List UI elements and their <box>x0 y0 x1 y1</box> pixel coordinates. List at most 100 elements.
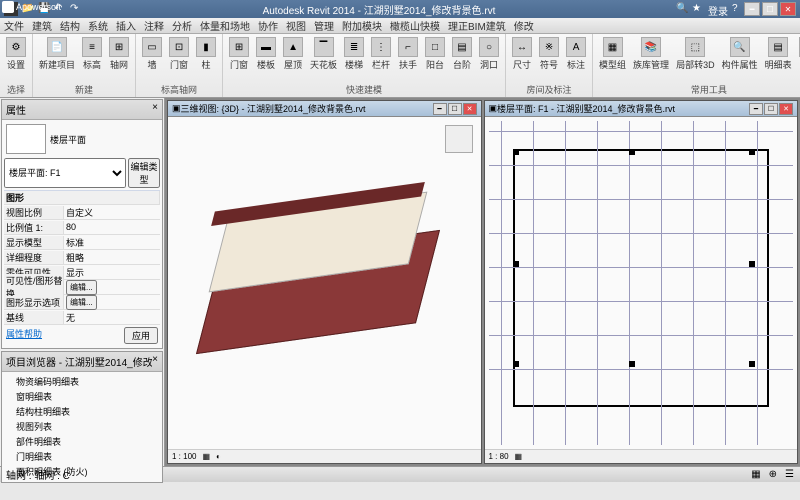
browser-item[interactable]: 窗明细表 <box>4 389 160 404</box>
browser-item[interactable]: 门明细表 <box>4 449 160 464</box>
menu-item[interactable]: 插入 <box>116 18 136 33</box>
menu-item[interactable]: 橄榄山快模 <box>390 18 440 33</box>
ribbon-tool-设置[interactable]: ⚙设置 <box>4 36 28 72</box>
ribbon-tool-阳台[interactable]: □阳台 <box>423 36 447 72</box>
ribbon-tool-门窗[interactable]: ⊡门窗 <box>167 36 191 72</box>
viewport-3d-close[interactable]: ✕ <box>463 103 477 115</box>
window-controls: ━ ☐ ✕ <box>744 2 796 16</box>
vp3d-tool-icon[interactable]: ◐ <box>216 452 221 461</box>
apply-button[interactable]: 应用 <box>124 327 158 344</box>
ribbon-tool-新建项目[interactable]: 📄新建项目 <box>37 36 77 72</box>
ribbon-tool-扶手[interactable]: ⌐扶手 <box>396 36 420 72</box>
viewcube[interactable] <box>445 125 473 153</box>
ribbon-tool-标高[interactable]: ≡标高 <box>80 36 104 72</box>
ribbon-tool-门窗[interactable]: ⊞门窗 <box>227 36 251 72</box>
edit-type-button[interactable]: 编辑类型 <box>128 158 160 188</box>
viewport-3d-max[interactable]: ☐ <box>448 103 462 115</box>
ribbon-tool-台阶[interactable]: ▤台阶 <box>450 36 474 72</box>
ribbon-tool-轴网[interactable]: ⊞轴网 <box>107 36 131 72</box>
menu-item[interactable]: 协作 <box>258 18 278 33</box>
ribbon-tool-洞口[interactable]: ○洞口 <box>477 36 501 72</box>
menu-item[interactable]: 分析 <box>172 18 192 33</box>
tool-label: 轴网 <box>110 58 128 71</box>
gridline <box>489 233 794 234</box>
menu-item[interactable]: 修改 <box>514 18 534 33</box>
login-button[interactable]: 登录 <box>708 3 728 15</box>
ribbon-tool-导出[interactable]: ⇱导出 <box>797 36 800 72</box>
viewport-3d-scale[interactable]: 1 : 100 <box>172 452 196 461</box>
type-name: 楼层平面 <box>50 133 86 146</box>
ribbon-tool-族库管理[interactable]: 📚族库管理 <box>631 36 671 72</box>
tool-icon: ▲ <box>283 37 303 57</box>
ribbon-tool-构件属性[interactable]: 🔍构件属性 <box>720 36 760 72</box>
viewport-plan-close[interactable]: ✕ <box>779 103 793 115</box>
menu-item[interactable]: 附加模块 <box>342 18 382 33</box>
viewport-3d-min[interactable]: ━ <box>433 103 447 115</box>
ribbon-tool-标注[interactable]: A标注 <box>564 36 588 72</box>
viewport-3d-canvas[interactable] <box>168 117 481 449</box>
viewport-plan-min[interactable]: ━ <box>749 103 763 115</box>
property-value[interactable]: 编辑... <box>64 280 160 295</box>
tool-icon: ⬚ <box>685 37 705 57</box>
property-edit-button[interactable]: 编辑... <box>66 295 97 310</box>
star-icon[interactable]: ★ <box>692 3 704 15</box>
browser-item[interactable]: 部件明细表 <box>4 434 160 449</box>
qat-redo-icon[interactable]: ↷ <box>70 3 82 15</box>
ribbon-tool-明细表[interactable]: ▤明细表 <box>763 36 794 72</box>
vpplan-tool-icon[interactable]: ▦ <box>515 452 523 461</box>
property-value[interactable]: 显示 <box>64 266 160 279</box>
close-button[interactable]: ✕ <box>780 2 796 16</box>
ribbon-tool-楼梯[interactable]: ≣楼梯 <box>342 36 366 72</box>
viewport-plan-canvas[interactable] <box>485 117 798 449</box>
property-value[interactable]: 编辑... <box>64 295 160 310</box>
browser-close-icon[interactable]: × <box>152 354 158 369</box>
menu-item[interactable]: 管理 <box>314 18 334 33</box>
viewport-plan-max[interactable]: ☐ <box>764 103 778 115</box>
ribbon-tool-楼板[interactable]: ▬楼板 <box>254 36 278 72</box>
property-value[interactable]: 80 <box>64 222 160 232</box>
ribbon-tool-局部转3D[interactable]: ⬚局部转3D <box>674 36 717 72</box>
properties-panel: 属性 × 楼层平面 楼层平面: F1 编辑类型 图形 视图比例自定义比例值 1:… <box>1 99 163 349</box>
browser-item[interactable]: 物资编码明细表 <box>4 374 160 389</box>
property-value[interactable]: 无 <box>64 311 160 324</box>
gridline <box>661 121 662 445</box>
property-value[interactable]: 自定义 <box>64 206 160 219</box>
menu-item[interactable]: 视图 <box>286 18 306 33</box>
status-icon[interactable]: ⊕ <box>769 469 777 480</box>
property-key: 图形显示选项 <box>4 296 64 309</box>
menu-item[interactable]: 文件 <box>4 18 24 33</box>
minimize-button[interactable]: ━ <box>744 2 760 16</box>
ribbon-tool-模型组[interactable]: ▦模型组 <box>597 36 628 72</box>
property-value[interactable]: 标准 <box>64 236 160 249</box>
property-value[interactable]: 粗略 <box>64 251 160 264</box>
ribbon-group-label: 房间及标注 <box>510 83 588 95</box>
menu-item[interactable]: 体量和场地 <box>200 18 250 33</box>
properties-close-icon[interactable]: × <box>152 102 158 117</box>
ribbon-group-label: 选择 <box>4 83 28 95</box>
menu-item[interactable]: 理正BIM建筑 <box>448 18 506 33</box>
instance-selector[interactable]: 楼层平面: F1 <box>4 158 126 188</box>
menu-item[interactable]: 结构 <box>60 18 80 33</box>
status-icon[interactable]: ▦ <box>751 469 760 480</box>
menu-item[interactable]: 建筑 <box>32 18 52 33</box>
ribbon-tool-屋顶[interactable]: ▲屋顶 <box>281 36 305 72</box>
vp3d-tool-icon[interactable]: ▦ <box>202 452 210 461</box>
ribbon-tool-符号[interactable]: ※符号 <box>537 36 561 72</box>
ribbon-tool-墙[interactable]: ▭墙 <box>140 36 164 72</box>
menu-item[interactable]: 系统 <box>88 18 108 33</box>
properties-help-link[interactable]: 属性帮助 <box>6 327 42 344</box>
help-icon[interactable]: ? <box>732 3 744 15</box>
browser-item[interactable]: 结构柱明细表 <box>4 404 160 419</box>
status-icon[interactable]: ☰ <box>785 469 794 480</box>
ribbon-tool-天花板[interactable]: ▔天花板 <box>308 36 339 72</box>
ribbon-tool-尺寸[interactable]: ↔尺寸 <box>510 36 534 72</box>
viewport-plan-scale[interactable]: 1 : 80 <box>489 452 509 461</box>
maximize-button[interactable]: ☐ <box>762 2 778 16</box>
ribbon-tool-栏杆[interactable]: ⋮栏杆 <box>369 36 393 72</box>
browser-item[interactable]: 视图列表 <box>4 419 160 434</box>
search-icon[interactable]: 🔍 <box>676 3 688 15</box>
menu-item[interactable]: 注释 <box>144 18 164 33</box>
ribbon-tool-柱[interactable]: ▮柱 <box>194 36 218 72</box>
tool-label: 洞口 <box>480 58 498 71</box>
property-edit-button[interactable]: 编辑... <box>66 280 97 295</box>
